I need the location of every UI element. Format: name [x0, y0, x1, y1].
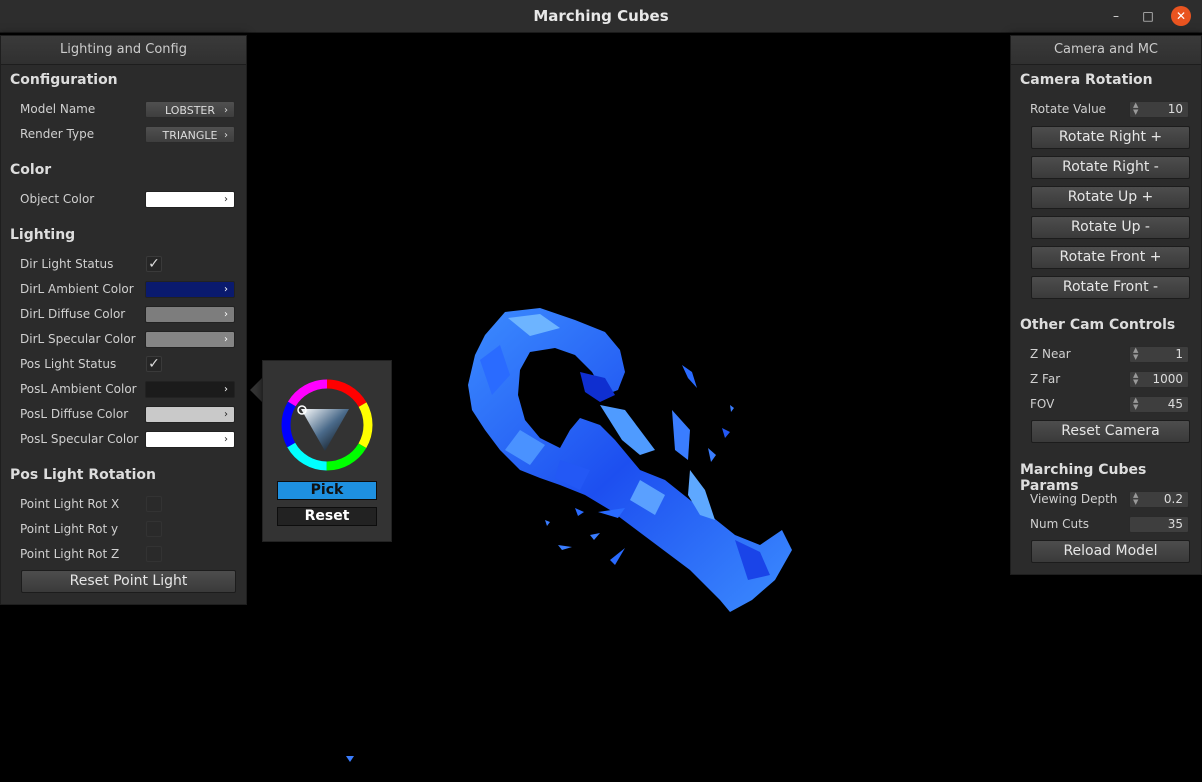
chevron-right-icon: ›	[224, 194, 228, 205]
close-icon[interactable]: ✕	[1171, 6, 1191, 26]
dir-light-status-checkbox[interactable]: ✓	[146, 256, 162, 272]
posl-specular-swatch[interactable]: ›	[145, 431, 235, 448]
rot-y-label: Point Light Rot y	[20, 522, 119, 536]
viewing-depth-value: 0.2	[1163, 492, 1183, 506]
dirl-specular-swatch[interactable]: ›	[145, 331, 235, 348]
fov-label: FOV	[1030, 397, 1055, 411]
rotate-up-plus-button[interactable]: Rotate Up +	[1031, 186, 1190, 209]
rotate-front-minus-button[interactable]: Rotate Front -	[1031, 276, 1190, 299]
dirl-ambient-swatch[interactable]: ›	[145, 281, 235, 298]
section-heading: Camera Rotation	[1020, 72, 1153, 88]
z-near-input[interactable]: ▲ ▼ 1	[1129, 346, 1189, 363]
object-color-label: Object Color	[20, 192, 95, 206]
reload-model-button[interactable]: Reload Model	[1031, 540, 1190, 563]
z-far-input[interactable]: ▲ ▼ 1000	[1129, 371, 1189, 388]
z-near-value: 1	[1175, 347, 1183, 361]
chevron-right-icon: ›	[224, 284, 228, 295]
spinner-icon: ▲ ▼	[1133, 491, 1139, 506]
posl-diffuse-label: PosL Diffuse Color	[20, 407, 129, 421]
camera-mc-panel: Camera and MC Camera Rotation Rotate Val…	[1010, 35, 1202, 575]
model-name-select[interactable]: LOBSTER ›	[145, 101, 235, 118]
reset-camera-button[interactable]: Reset Camera	[1031, 420, 1190, 443]
dirl-diffuse-label: DirL Diffuse Color	[20, 307, 126, 321]
z-far-value: 1000	[1152, 372, 1183, 386]
rot-z-label: Point Light Rot Z	[20, 547, 120, 561]
reset-color-button[interactable]: Reset	[277, 507, 377, 526]
section-heading: Lighting	[10, 227, 76, 243]
render-type-value: TRIANGLE	[162, 129, 218, 142]
maximize-icon[interactable]: □	[1138, 6, 1158, 26]
chevron-right-icon: ›	[224, 130, 228, 141]
minimize-icon[interactable]: –	[1106, 6, 1126, 26]
color-wheel[interactable]	[263, 361, 391, 476]
render-type-select[interactable]: TRIANGLE ›	[145, 126, 235, 143]
fov-value: 45	[1167, 397, 1183, 411]
object-color-swatch[interactable]: ›	[145, 191, 235, 208]
posl-diffuse-swatch[interactable]: ›	[145, 406, 235, 423]
color-picker-popup: Pick Reset	[262, 360, 392, 542]
rotate-right-plus-button[interactable]: Rotate Right +	[1031, 126, 1190, 149]
section-heading: Marching Cubes Params	[1020, 462, 1147, 494]
rot-z-checkbox[interactable]	[146, 546, 162, 562]
dir-light-status-label: Dir Light Status	[20, 257, 114, 271]
panel-title[interactable]: Lighting and Config	[1, 36, 246, 65]
rotate-value-input[interactable]: ▲ ▼ 10	[1129, 101, 1189, 118]
spinner-icon: ▲ ▼	[1133, 101, 1139, 116]
viewing-depth-label: Viewing Depth	[1030, 492, 1118, 506]
section-heading: Configuration	[10, 72, 118, 88]
rot-x-checkbox[interactable]	[146, 496, 162, 512]
section-heading: Pos Light Rotation	[10, 467, 156, 483]
rotate-right-minus-button[interactable]: Rotate Right -	[1031, 156, 1190, 179]
pick-button[interactable]: Pick	[277, 481, 377, 500]
rot-x-label: Point Light Rot X	[20, 497, 120, 511]
rotate-value: 10	[1167, 102, 1183, 116]
posl-ambient-label: PosL Ambient Color	[20, 382, 137, 396]
title-bar: Marching Cubes – □ ✕	[0, 0, 1202, 33]
render-type-label: Render Type	[20, 127, 95, 141]
window-title: Marching Cubes	[533, 7, 669, 25]
spinner-icon: ▲ ▼	[1133, 346, 1139, 361]
viewing-depth-input[interactable]: ▲ ▼ 0.2	[1129, 491, 1189, 508]
chevron-right-icon: ›	[224, 409, 228, 420]
dirl-ambient-label: DirL Ambient Color	[20, 282, 134, 296]
posl-ambient-swatch[interactable]: ›	[145, 381, 235, 398]
popup-arrow	[250, 378, 262, 402]
chevron-right-icon: ›	[224, 309, 228, 320]
dirl-diffuse-swatch[interactable]: ›	[145, 306, 235, 323]
section-heading: Other Cam Controls	[1020, 317, 1176, 333]
pos-light-status-label: Pos Light Status	[20, 357, 117, 371]
model-name-value: LOBSTER	[164, 104, 216, 117]
dirl-specular-label: DirL Specular Color	[20, 332, 136, 346]
num-cuts-input[interactable]: 35	[1129, 516, 1189, 533]
num-cuts-value: 35	[1167, 517, 1183, 531]
chevron-right-icon: ›	[224, 334, 228, 345]
panel-title[interactable]: Camera and MC	[1011, 36, 1201, 65]
chevron-right-icon: ›	[224, 434, 228, 445]
spinner-icon: ▲ ▼	[1133, 396, 1139, 411]
fov-input[interactable]: ▲ ▼ 45	[1129, 396, 1189, 413]
lighting-config-panel: Lighting and Config Configuration Model …	[0, 35, 247, 605]
posl-specular-label: PosL Specular Color	[20, 432, 139, 446]
num-cuts-label: Num Cuts	[1030, 517, 1090, 531]
rotate-front-plus-button[interactable]: Rotate Front +	[1031, 246, 1190, 269]
rotate-value-label: Rotate Value	[1030, 102, 1107, 116]
spinner-icon: ▲ ▼	[1133, 371, 1139, 386]
z-far-label: Z Far	[1030, 372, 1061, 386]
chevron-right-icon: ›	[224, 105, 228, 116]
rot-y-checkbox[interactable]	[146, 521, 162, 537]
rotate-up-minus-button[interactable]: Rotate Up -	[1031, 216, 1190, 239]
z-near-label: Z Near	[1030, 347, 1071, 361]
model-name-label: Model Name	[20, 102, 96, 116]
chevron-right-icon: ›	[224, 384, 228, 395]
section-heading: Color	[10, 162, 52, 178]
pos-light-status-checkbox[interactable]: ✓	[146, 356, 162, 372]
reset-point-light-button[interactable]: Reset Point Light	[21, 570, 236, 593]
